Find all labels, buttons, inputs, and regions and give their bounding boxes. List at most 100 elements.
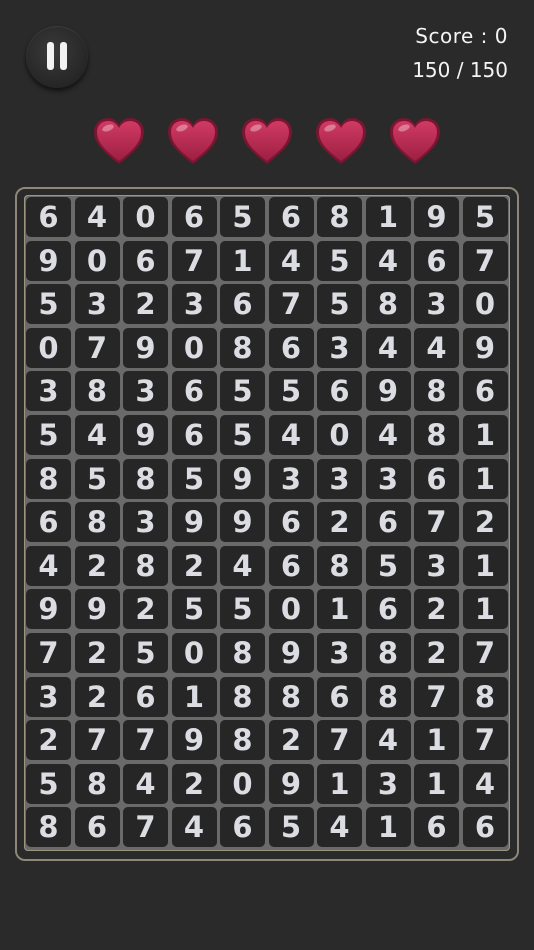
number-tile[interactable]: 5	[220, 414, 265, 455]
number-tile[interactable]: 3	[414, 284, 459, 325]
number-tile[interactable]: 0	[171, 327, 217, 368]
number-tile[interactable]: 1	[365, 807, 411, 848]
number-tile[interactable]: 6	[414, 807, 459, 848]
number-tile[interactable]: 7	[123, 720, 168, 761]
number-tile[interactable]: 2	[123, 284, 168, 325]
number-tile[interactable]: 4	[268, 414, 314, 455]
number-tile[interactable]: 6	[74, 807, 120, 848]
number-tile[interactable]: 4	[171, 807, 217, 848]
number-tile[interactable]: 8	[365, 284, 411, 325]
number-tile[interactable]: 6	[462, 807, 508, 848]
number-tile[interactable]: 9	[268, 632, 314, 673]
number-tile[interactable]: 0	[462, 284, 508, 325]
number-tile[interactable]: 8	[220, 632, 265, 673]
number-tile[interactable]: 4	[462, 763, 508, 804]
number-tile[interactable]: 9	[74, 589, 120, 630]
number-tile[interactable]: 2	[171, 545, 217, 586]
number-tile[interactable]: 7	[26, 632, 71, 673]
number-tile[interactable]: 4	[268, 240, 314, 281]
number-tile[interactable]: 8	[365, 676, 411, 717]
number-tile[interactable]: 3	[365, 458, 411, 499]
number-tile[interactable]: 7	[414, 676, 459, 717]
number-tile[interactable]: 7	[268, 284, 314, 325]
number-tile[interactable]: 6	[365, 589, 411, 630]
number-tile[interactable]: 6	[317, 676, 362, 717]
number-tile[interactable]: 7	[123, 807, 168, 848]
number-tile[interactable]: 4	[365, 720, 411, 761]
number-tile[interactable]: 9	[462, 327, 508, 368]
number-tile[interactable]: 6	[26, 502, 71, 543]
number-tile[interactable]: 3	[171, 284, 217, 325]
number-tile[interactable]: 6	[220, 284, 265, 325]
number-tile[interactable]: 6	[268, 197, 314, 237]
number-tile[interactable]: 5	[365, 545, 411, 586]
number-tile[interactable]: 9	[123, 414, 168, 455]
number-tile[interactable]: 0	[123, 197, 168, 237]
number-tile[interactable]: 0	[317, 414, 362, 455]
number-tile[interactable]: 0	[220, 763, 265, 804]
number-tile[interactable]: 0	[26, 327, 71, 368]
number-tile[interactable]: 8	[462, 676, 508, 717]
number-tile[interactable]: 6	[414, 458, 459, 499]
number-tile[interactable]: 1	[462, 589, 508, 630]
number-tile[interactable]: 4	[26, 545, 71, 586]
number-tile[interactable]: 5	[74, 458, 120, 499]
number-tile[interactable]: 8	[74, 502, 120, 543]
number-tile[interactable]: 5	[26, 763, 71, 804]
number-tile[interactable]: 4	[365, 240, 411, 281]
number-tile[interactable]: 6	[268, 327, 314, 368]
number-tile[interactable]: 6	[171, 371, 217, 412]
number-tile[interactable]: 2	[171, 763, 217, 804]
number-tile[interactable]: 6	[171, 414, 217, 455]
number-tile[interactable]: 9	[268, 763, 314, 804]
number-tile[interactable]: 6	[123, 240, 168, 281]
number-tile[interactable]: 5	[171, 458, 217, 499]
number-tile[interactable]: 9	[220, 502, 265, 543]
number-tile[interactable]: 7	[462, 632, 508, 673]
number-tile[interactable]: 8	[220, 327, 265, 368]
number-tile[interactable]: 8	[268, 676, 314, 717]
number-tile[interactable]: 9	[365, 371, 411, 412]
number-tile[interactable]: 5	[317, 284, 362, 325]
number-tile[interactable]: 5	[317, 240, 362, 281]
number-tile[interactable]: 5	[26, 414, 71, 455]
number-tile[interactable]: 4	[365, 414, 411, 455]
number-tile[interactable]: 1	[171, 676, 217, 717]
number-tile[interactable]: 8	[220, 676, 265, 717]
number-tile[interactable]: 7	[317, 720, 362, 761]
number-tile[interactable]: 6	[365, 502, 411, 543]
number-tile[interactable]: 3	[74, 284, 120, 325]
number-tile[interactable]: 8	[74, 763, 120, 804]
number-tile[interactable]: 2	[74, 545, 120, 586]
number-tile[interactable]: 9	[26, 240, 71, 281]
number-tile[interactable]: 9	[171, 720, 217, 761]
number-tile[interactable]: 3	[317, 632, 362, 673]
number-tile[interactable]: 3	[123, 371, 168, 412]
number-tile[interactable]: 2	[268, 720, 314, 761]
number-tile[interactable]: 6	[268, 502, 314, 543]
number-tile[interactable]: 7	[462, 240, 508, 281]
number-tile[interactable]: 8	[220, 720, 265, 761]
pause-button[interactable]	[26, 26, 88, 88]
number-tile[interactable]: 8	[26, 458, 71, 499]
number-tile[interactable]: 9	[26, 589, 71, 630]
number-tile[interactable]: 6	[268, 545, 314, 586]
number-tile[interactable]: 6	[414, 240, 459, 281]
number-tile[interactable]: 1	[414, 720, 459, 761]
number-tile[interactable]: 4	[123, 763, 168, 804]
number-tile[interactable]: 7	[414, 502, 459, 543]
number-tile[interactable]: 8	[414, 414, 459, 455]
number-tile[interactable]: 5	[220, 589, 265, 630]
number-tile[interactable]: 8	[317, 545, 362, 586]
number-tile[interactable]: 5	[171, 589, 217, 630]
number-tile[interactable]: 5	[268, 807, 314, 848]
number-tile[interactable]: 8	[317, 197, 362, 237]
number-tile[interactable]: 4	[74, 197, 120, 237]
number-tile[interactable]: 1	[220, 240, 265, 281]
number-tile[interactable]: 9	[123, 327, 168, 368]
number-tile[interactable]: 1	[462, 414, 508, 455]
number-tile[interactable]: 5	[220, 371, 265, 412]
number-tile[interactable]: 8	[123, 545, 168, 586]
number-tile[interactable]: 3	[365, 763, 411, 804]
number-tile[interactable]: 7	[171, 240, 217, 281]
